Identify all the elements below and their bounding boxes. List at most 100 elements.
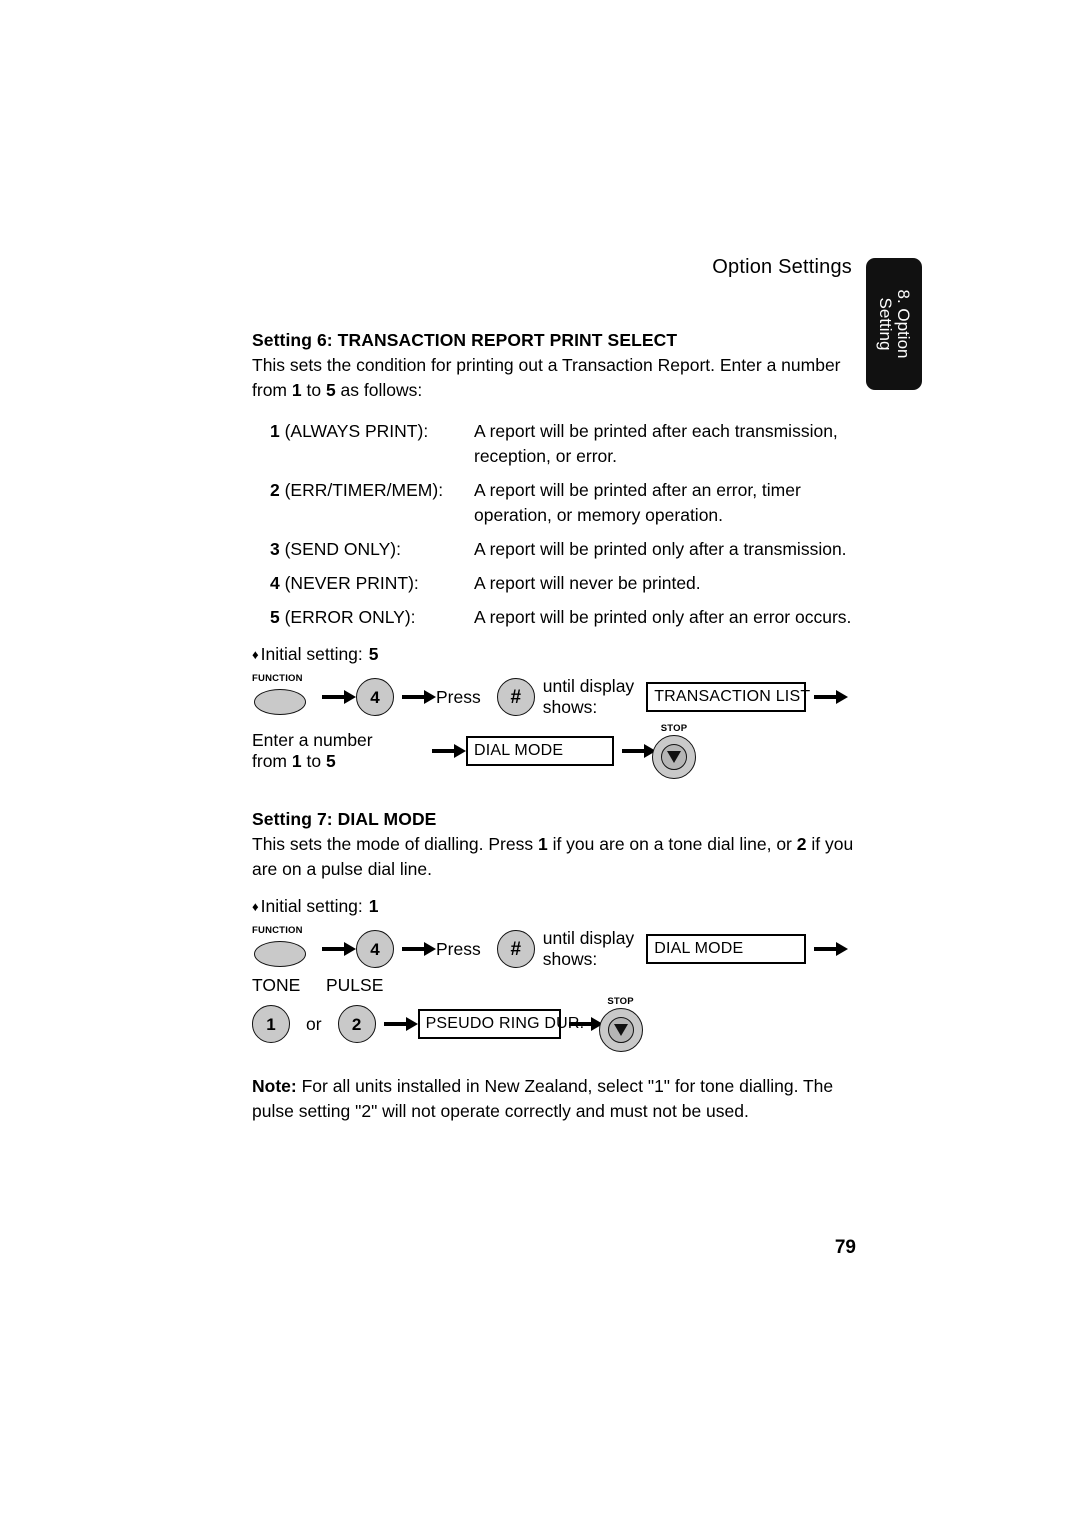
option-number: 1 (270, 421, 280, 441)
chapter-tab-line1: 8. Option (894, 289, 913, 359)
arrow-right-icon (402, 942, 436, 956)
procedure-row: FUNCTION 4 Press # until display shows: … (252, 673, 856, 719)
stop-key-caption: STOP (607, 996, 634, 1007)
arrow-right-icon (814, 690, 849, 704)
section7-intro: This sets the mode of dialling. Press 1 … (252, 832, 856, 882)
display-dial-mode: DIAL MODE (466, 736, 614, 766)
function-key-shape (254, 689, 306, 715)
section6-intro-part3: as follows: (335, 380, 423, 400)
procedure-row: FUNCTION 4 Press # until display shows: … (252, 925, 856, 971)
procedure-row: Enter a number from 1 to 5 DIAL MODE STO… (252, 723, 856, 779)
enter-number-max: 5 (325, 751, 336, 771)
until-display-line1: until display (542, 676, 635, 696)
option-name: (ERROR ONLY): (284, 607, 416, 627)
until-display-shows-label: until display shows: (543, 928, 634, 970)
keypad-key-4[interactable]: 4 (356, 930, 394, 968)
initial-setting-value: 5 (368, 644, 379, 664)
arrow-right-icon (432, 744, 466, 758)
keypad-key-1[interactable]: 1 (252, 1005, 290, 1043)
section6-intro-part2: to (301, 380, 326, 400)
stop-key-inner (607, 1017, 634, 1043)
arrow-right-icon (322, 690, 356, 704)
keypad-key-hash[interactable]: # (496, 678, 535, 716)
section7-title: Setting 7: DIAL MODE (252, 809, 437, 829)
keypad-key-hash[interactable]: # (496, 930, 535, 968)
stop-triangle-icon (613, 1024, 628, 1036)
until-display-shows-label: until display shows: (543, 676, 634, 718)
enter-number-pre: from (252, 751, 292, 771)
arrow-right-icon (622, 744, 656, 758)
section7-initial-setting: ♦ Initial setting: 1 (252, 896, 856, 917)
until-display-line2: shows: (542, 697, 598, 717)
option-number: 4 (270, 573, 280, 593)
enter-number-instruction: Enter a number from 1 to 5 (252, 730, 412, 772)
display-dial-mode: DIAL MODE (646, 934, 807, 964)
function-key[interactable]: FUNCTION (252, 925, 314, 971)
enter-number-mid: to (301, 751, 326, 771)
function-key[interactable]: FUNCTION (252, 673, 314, 719)
initial-setting-value: 1 (368, 896, 379, 916)
section7-procedure-diagram: FUNCTION 4 Press # until display shows: … (252, 925, 856, 1052)
initial-setting-label: Initial setting: (260, 896, 363, 916)
chapter-tab-line2: Setting (876, 297, 895, 351)
section6-initial-setting: ♦ Initial setting: 5 (252, 644, 856, 665)
section6-procedure-diagram: FUNCTION 4 Press # until display shows: … (252, 673, 856, 779)
function-key-caption: FUNCTION (252, 673, 303, 684)
option-item: 3 (SEND ONLY): A report will be printed … (252, 537, 856, 562)
page-content: Setting 6: TRANSACTION REPORT PRINT SELE… (252, 330, 856, 1142)
display-transaction-list: TRANSACTION LIST (646, 682, 810, 712)
arrow-right-icon (568, 1017, 603, 1031)
procedure-row: 1 or 2 PSEUDO RING DUR. STOP (252, 996, 856, 1052)
option-key: 2 (ERR/TIMER/MEM): (252, 478, 474, 528)
option-number: 5 (270, 607, 280, 627)
section7-intro-bold1: 1 (537, 834, 548, 854)
option-description: A report will be printed after an error,… (474, 480, 801, 525)
enter-number-line1: Enter a number (252, 730, 373, 750)
press-label: Press (436, 687, 481, 707)
display-pseudo-ring-dur: PSEUDO RING DUR. (417, 1009, 584, 1039)
option-number: 2 (270, 480, 280, 500)
diamond-bullet-icon: ♦ (252, 899, 259, 914)
tone-label: TONE (252, 975, 301, 995)
section6-title: Setting 6: TRANSACTION REPORT PRINT SELE… (252, 330, 678, 350)
option-name: (NEVER PRINT): (284, 573, 419, 593)
keypad-key-4[interactable]: 4 (356, 678, 394, 716)
option-name: (ERR/TIMER/MEM): (284, 480, 444, 500)
function-key-shape (254, 941, 306, 967)
keypad-key-2[interactable]: 2 (337, 1005, 376, 1043)
section7-note: Note: For all units installed in New Zea… (252, 1074, 856, 1124)
pulse-label: PULSE (326, 975, 384, 995)
option-description: A report will never be printed. (474, 573, 701, 593)
until-display-line1: until display (542, 928, 635, 948)
option-item: 5 (ERROR ONLY): A report will be printed… (252, 605, 856, 630)
arrow-right-icon (322, 942, 356, 956)
stop-key-group[interactable]: STOP (598, 996, 643, 1052)
diamond-bullet-icon: ♦ (252, 647, 259, 662)
or-label: or (306, 1014, 322, 1034)
section6-intro-bold2: 5 (325, 380, 336, 400)
press-label: Press (436, 939, 481, 959)
option-name: (SEND ONLY): (284, 539, 401, 559)
section7-intro-part2: if you are on a tone dial line, or (547, 834, 797, 854)
running-header: Option Settings (252, 256, 852, 279)
stop-key-caption: STOP (660, 723, 688, 734)
option-key: 3 (SEND ONLY): (252, 537, 474, 562)
stop-key[interactable] (598, 1008, 643, 1052)
section6-intro: This sets the condition for printing out… (252, 353, 856, 403)
function-key-caption: FUNCTION (252, 925, 303, 936)
stop-key-inner (661, 744, 687, 770)
section6-option-list: 1 (ALWAYS PRINT): A report will be print… (252, 419, 856, 630)
stop-key-group[interactable]: STOP (652, 723, 696, 779)
page-number: 79 (834, 1237, 856, 1258)
until-display-line2: shows: (542, 949, 598, 969)
stop-triangle-icon (667, 751, 681, 763)
chapter-tab: 8. Option Setting (866, 258, 922, 390)
stop-key[interactable] (652, 735, 696, 779)
chapter-tab-text: 8. Option Setting (876, 289, 913, 359)
option-name: (ALWAYS PRINT): (284, 421, 429, 441)
arrow-right-icon (814, 942, 849, 956)
enter-number-line2: from 1 to 5 (252, 751, 412, 772)
option-description: A report will be printed after each tran… (474, 421, 838, 466)
section6-intro-bold1: 1 (291, 380, 302, 400)
option-number: 3 (270, 539, 280, 559)
